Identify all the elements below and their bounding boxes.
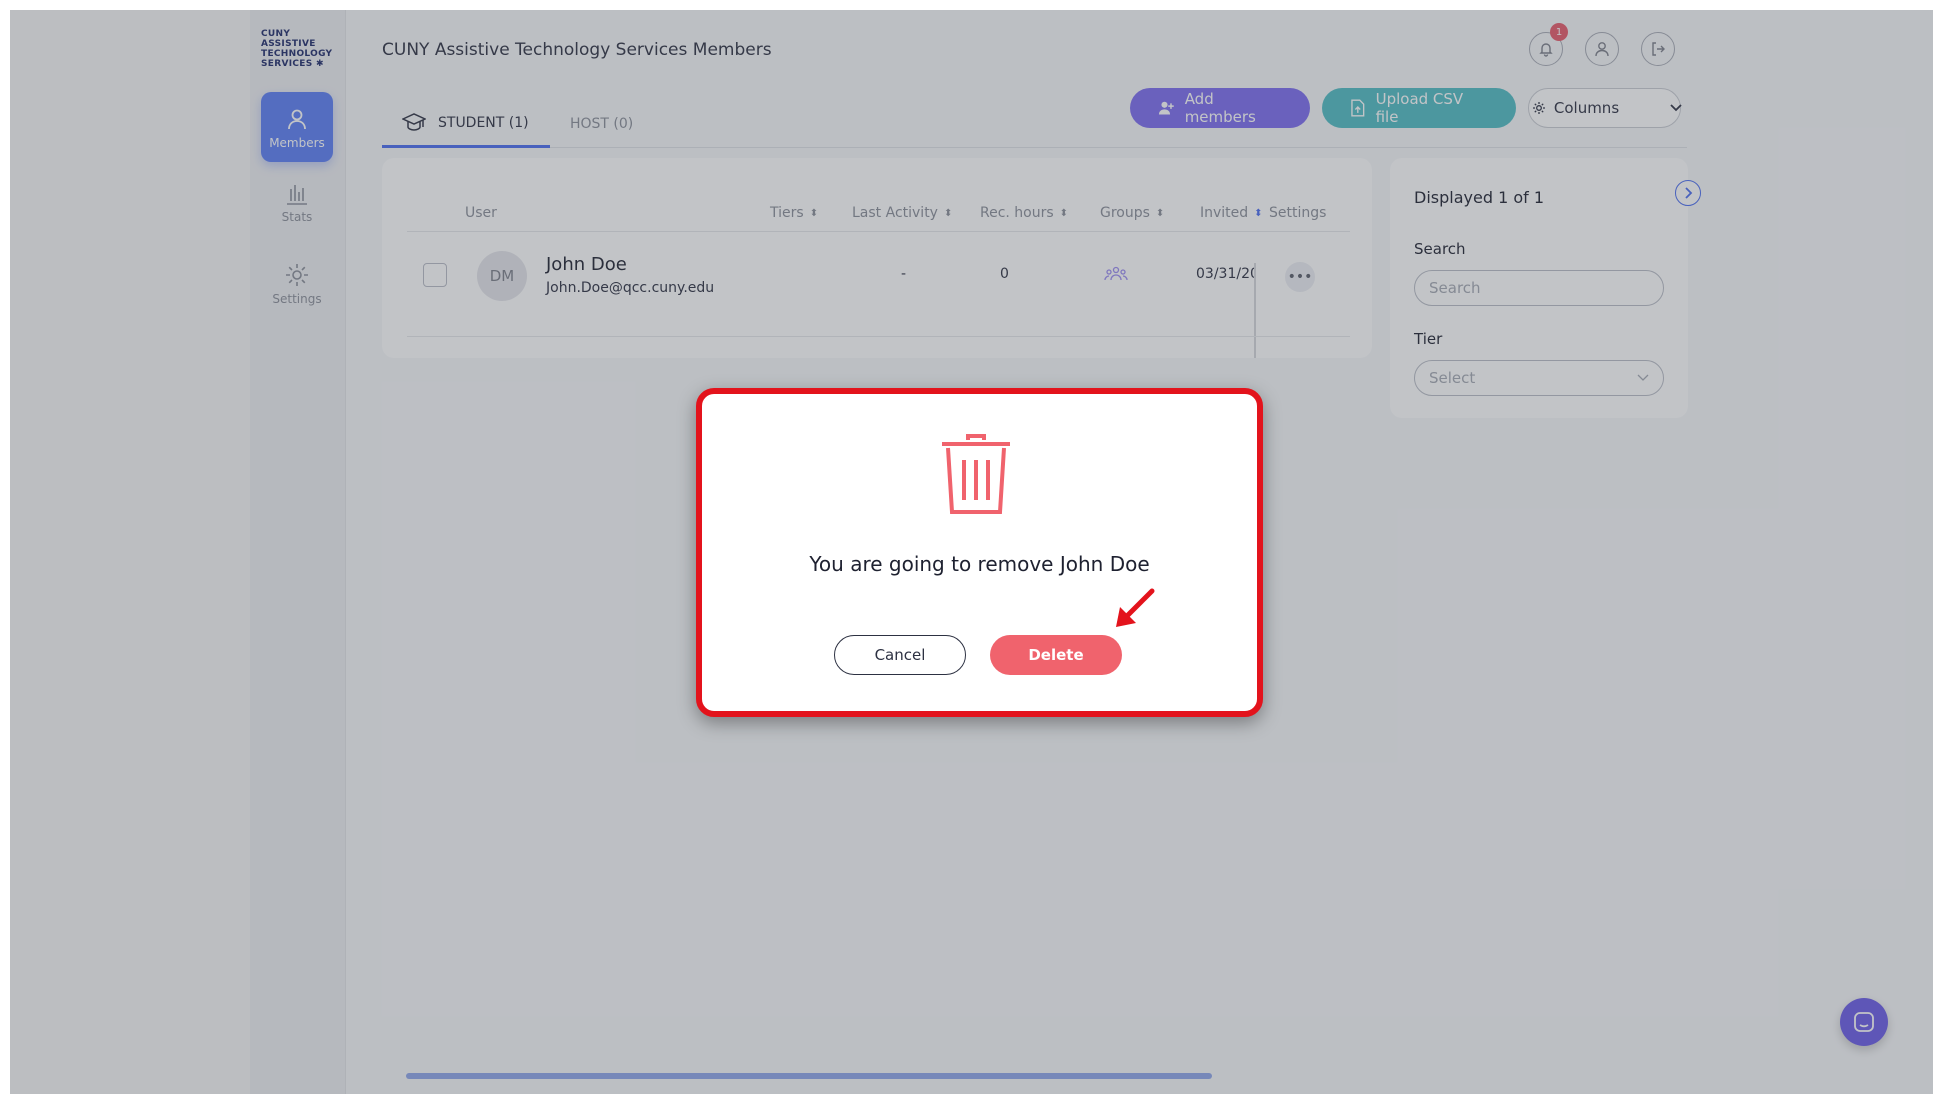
cancel-button[interactable]: Cancel	[834, 635, 966, 675]
delete-confirmation-dialog: You are going to remove John Doe Cancel …	[696, 388, 1263, 717]
confirmation-message: You are going to remove John Doe	[809, 552, 1150, 576]
trash-icon	[942, 434, 1010, 514]
delete-button[interactable]: Delete	[990, 635, 1122, 675]
app-window: CUNY ASSISTIVE TECHNOLOGY SERVICES ✱ Mem…	[10, 10, 1933, 1094]
pointer-arrow-icon	[1116, 588, 1155, 627]
